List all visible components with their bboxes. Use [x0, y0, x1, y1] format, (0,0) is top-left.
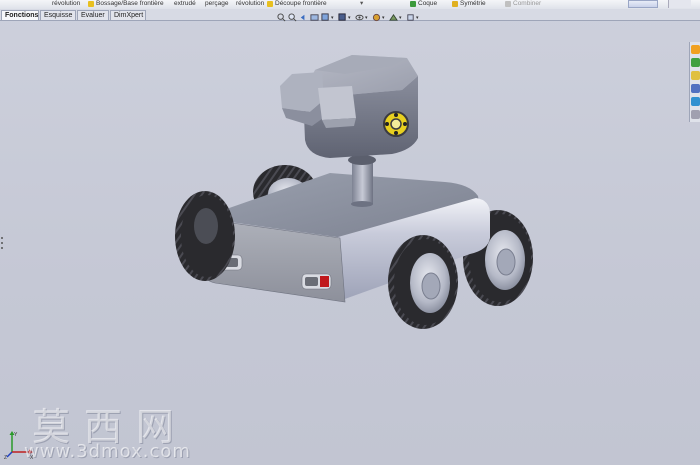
- sensor-lens: [383, 111, 409, 137]
- design-library-icon[interactable]: [691, 58, 700, 67]
- zoom-to-fit-icon[interactable]: [276, 13, 286, 23]
- file-explorer-icon[interactable]: [691, 71, 700, 80]
- chevron-down-icon[interactable]: ▾: [348, 15, 353, 21]
- triad-y-label: Y: [14, 432, 18, 438]
- task-pane: [689, 42, 700, 122]
- zoom-area-icon[interactable]: [287, 13, 297, 23]
- chevron-down-icon[interactable]: ▾: [331, 15, 336, 21]
- feature-manager-collapse-handle[interactable]: [0, 236, 4, 250]
- view-orientation-icon[interactable]: [320, 13, 330, 23]
- heads-up-view-toolbar: ▾ ▾ ▾ ▾ ▾ ▾: [276, 12, 421, 23]
- custom-properties-icon[interactable]: [691, 110, 700, 119]
- section-view-icon[interactable]: [309, 13, 319, 23]
- watermark-url: www.3dmox.com: [24, 441, 191, 462]
- front-left-wheel[interactable]: [175, 191, 235, 281]
- display-style-icon[interactable]: [337, 13, 347, 23]
- appearances-icon[interactable]: [691, 97, 700, 106]
- right-tail-light: [301, 273, 332, 290]
- apply-scene-icon[interactable]: [388, 13, 398, 23]
- edit-appearance-icon[interactable]: [371, 13, 381, 23]
- chevron-down-icon[interactable]: ▾: [365, 15, 370, 21]
- hide-show-icon[interactable]: [354, 13, 364, 23]
- view-settings-icon[interactable]: [405, 13, 415, 23]
- camera-mast: [348, 155, 376, 207]
- resources-icon[interactable]: [691, 45, 700, 54]
- view-palette-icon[interactable]: [691, 84, 700, 93]
- chevron-down-icon[interactable]: ▾: [416, 15, 421, 21]
- triad-z-label: Z: [4, 455, 7, 460]
- solidworks-window: révolution Bossage/Base frontière extrud…: [0, 0, 700, 465]
- previous-view-icon[interactable]: [298, 13, 308, 23]
- camera-head[interactable]: [280, 55, 418, 158]
- front-right-wheel[interactable]: [388, 235, 458, 329]
- chevron-down-icon[interactable]: ▾: [399, 15, 404, 21]
- chevron-down-icon[interactable]: ▾: [382, 15, 387, 21]
